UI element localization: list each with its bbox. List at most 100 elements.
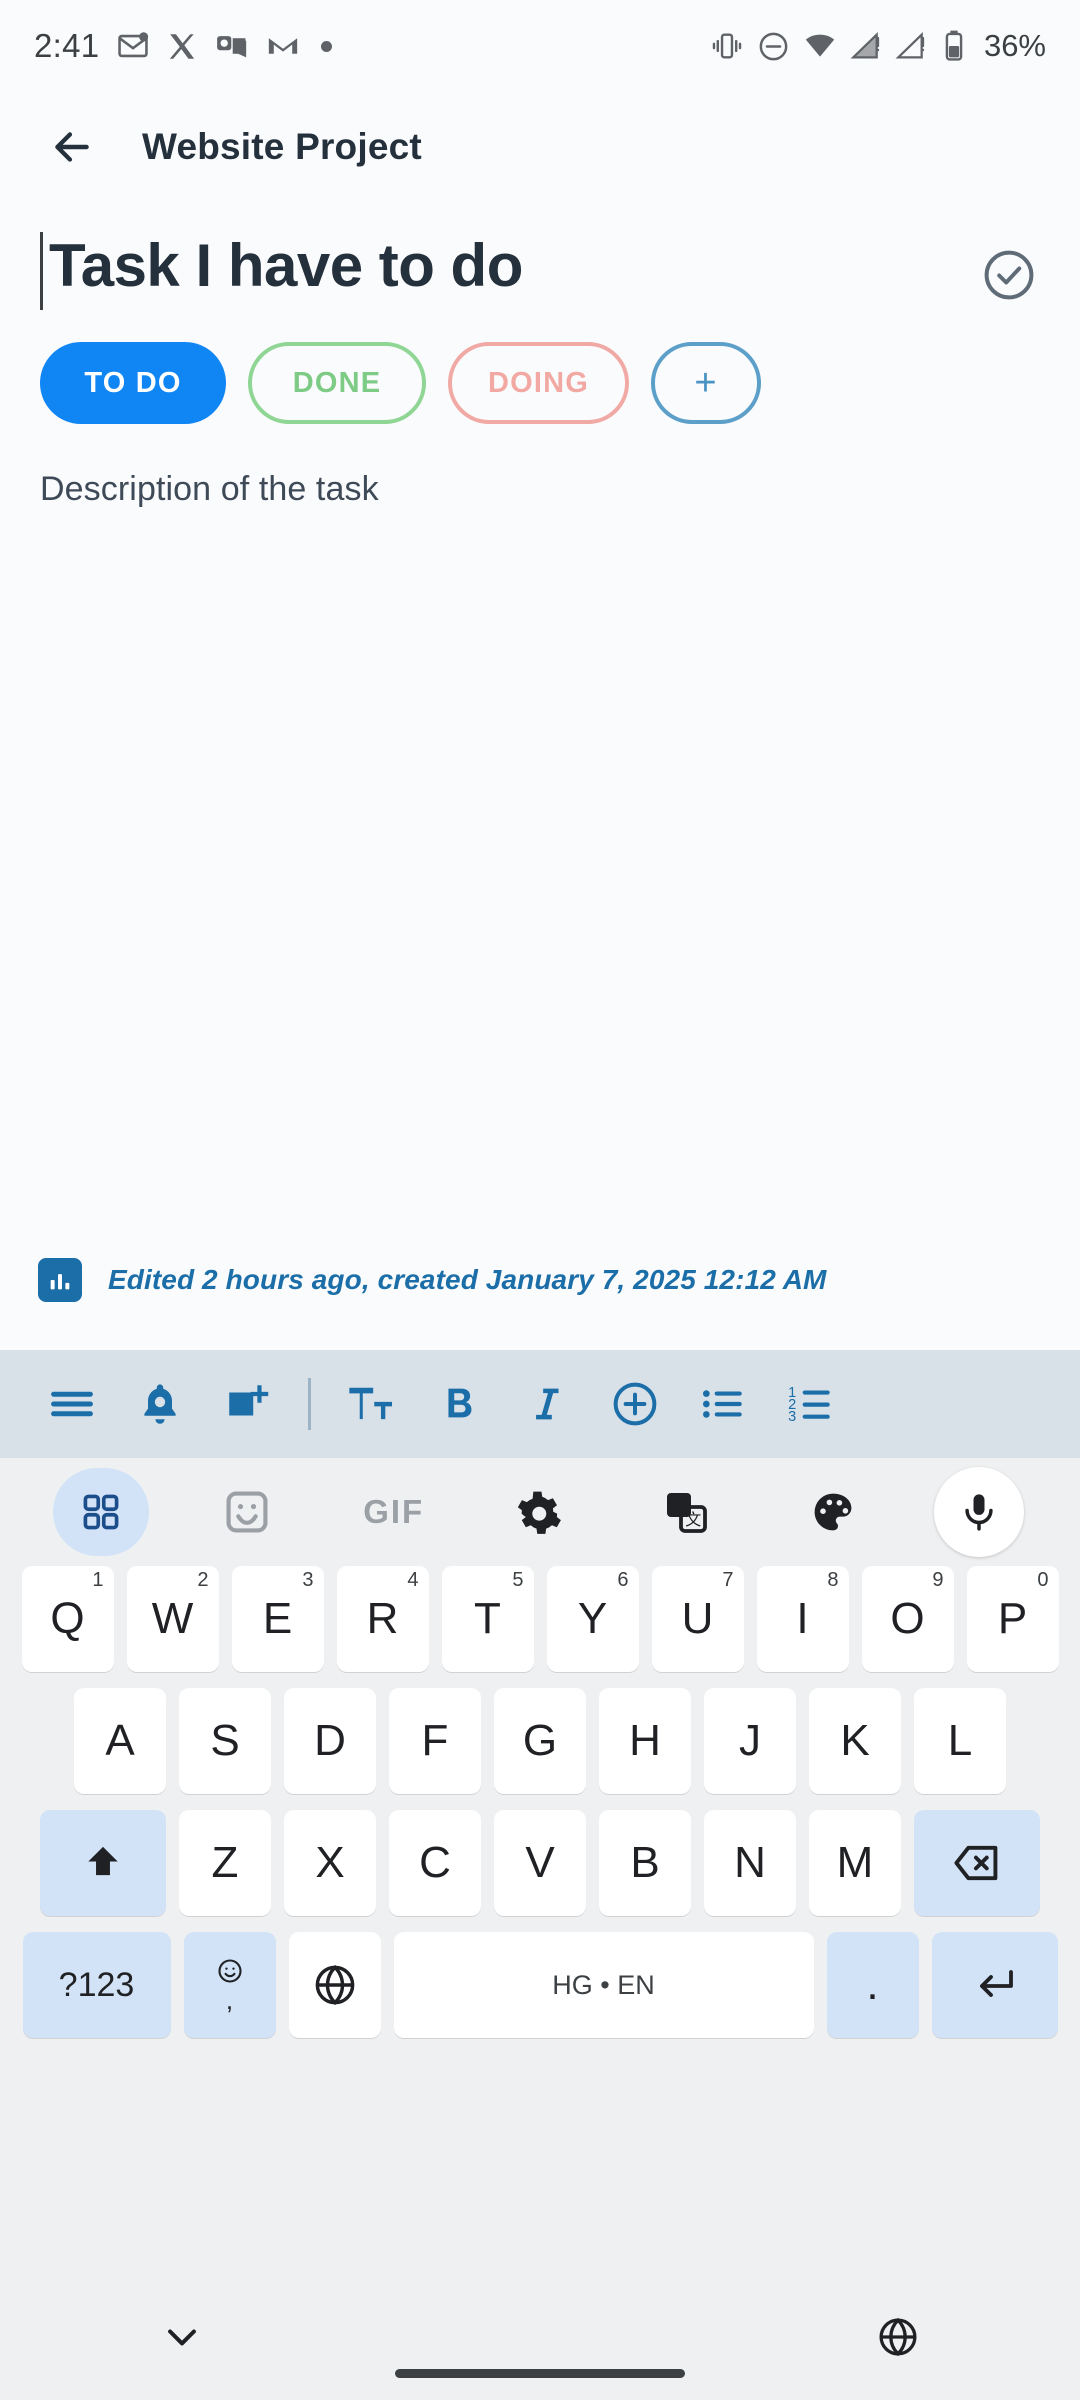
key-hint: 8 — [827, 1569, 839, 1591]
task-meta-text: Edited 2 hours ago, created January 7, 2… — [108, 1264, 827, 1295]
toolbar-divider — [308, 1378, 311, 1430]
chip-todo[interactable]: TO DO — [40, 342, 226, 424]
system-nav-bar — [0, 2274, 1080, 2400]
key-r[interactable]: 4R — [336, 1566, 429, 1672]
shift-icon[interactable] — [40, 1810, 166, 1916]
dot-indicator-icon — [321, 40, 333, 52]
key-p[interactable]: 0P — [966, 1566, 1059, 1672]
language-globe-icon[interactable] — [288, 1932, 381, 2038]
add-circle-icon[interactable] — [591, 1350, 679, 1458]
key-label: U — [681, 1594, 714, 1643]
check-circle-icon[interactable] — [978, 244, 1040, 306]
settings-gear-icon[interactable] — [467, 1466, 613, 1558]
key-hint: 7 — [722, 1569, 734, 1591]
home-indicator[interactable] — [395, 2369, 685, 2378]
symbols-key[interactable]: ?123 — [22, 1932, 171, 2038]
space-key[interactable]: HG • EN — [393, 1932, 814, 2038]
app-bar: Website Project — [0, 92, 1080, 202]
key-label: W — [151, 1594, 194, 1643]
keyboard-row-4: ?123 , HG • EN . — [0, 1932, 1080, 2038]
status-chip-row: TO DO DONE DOING + — [0, 310, 1080, 424]
key-m[interactable]: M — [809, 1810, 901, 1916]
key-t[interactable]: 5T — [441, 1566, 534, 1672]
task-title-field[interactable]: Task I have to do — [40, 228, 978, 310]
key-y[interactable]: 6Y — [546, 1566, 639, 1672]
gif-icon[interactable]: GIF — [321, 1466, 467, 1558]
numbered-list-icon[interactable]: 1 2 3 — [767, 1350, 855, 1458]
on-screen-keyboard: GIF G 文 1 Q 2 W 3 E 4 R 5 T 6 Y 7 U 8 I … — [0, 1458, 1080, 2400]
svg-text:3: 3 — [788, 1409, 796, 1425]
microphone-icon[interactable] — [906, 1466, 1052, 1558]
reminder-bell-icon[interactable] — [116, 1350, 204, 1458]
status-bar-left: 2:41 — [34, 27, 333, 65]
comma-label: , — [225, 1985, 234, 2015]
key-l[interactable]: L — [914, 1688, 1006, 1794]
keyboard-row-3: Z X C V B N M — [0, 1810, 1080, 1916]
keyboard-toolbar-row: GIF G 文 — [0, 1458, 1080, 1566]
key-hint: 1 — [92, 1569, 104, 1591]
key-label: E — [262, 1594, 293, 1643]
key-n[interactable]: N — [704, 1810, 796, 1916]
enter-icon[interactable] — [931, 1932, 1058, 2038]
key-o[interactable]: 9O — [861, 1566, 954, 1672]
key-s[interactable]: S — [179, 1688, 271, 1794]
keyboard-grid-highlight — [53, 1468, 150, 1556]
key-a[interactable]: A — [74, 1688, 166, 1794]
do-not-disturb-icon — [757, 30, 790, 63]
text-caret — [40, 232, 43, 310]
collapse-keyboard-icon[interactable] — [160, 2315, 204, 2359]
chip-doing[interactable]: DOING — [448, 342, 630, 424]
keyboard-grid-icon[interactable] — [28, 1466, 174, 1558]
bulleted-list-icon[interactable] — [679, 1350, 767, 1458]
period-key[interactable]: . — [826, 1932, 919, 2038]
chip-done[interactable]: DONE — [248, 342, 426, 424]
key-w[interactable]: 2W — [126, 1566, 219, 1672]
key-h[interactable]: H — [599, 1688, 691, 1794]
sticker-icon[interactable] — [174, 1466, 320, 1558]
keyboard-row-1: 1Q 2W 3E 4R 5T 6Y 7U 8I 9O 0P — [0, 1566, 1080, 1672]
key-x[interactable]: X — [284, 1810, 376, 1916]
theme-palette-icon[interactable] — [759, 1466, 905, 1558]
gmail-icon — [266, 29, 300, 63]
task-title-text: Task I have to do — [49, 232, 523, 299]
task-description[interactable]: Description of the task — [0, 424, 1080, 509]
key-label: T — [474, 1594, 501, 1643]
vibrate-icon — [710, 29, 744, 63]
key-z[interactable]: Z — [179, 1810, 271, 1916]
key-b[interactable]: B — [599, 1810, 691, 1916]
text-format-icon[interactable] — [327, 1350, 415, 1458]
key-hint: 0 — [1037, 1569, 1049, 1591]
keyboard-row-2: A S D F G H J K L — [0, 1688, 1080, 1794]
add-image-icon[interactable] — [204, 1350, 292, 1458]
key-u[interactable]: 7U — [651, 1566, 744, 1672]
x-twitter-icon — [167, 31, 198, 62]
back-arrow-icon[interactable] — [44, 119, 100, 175]
nav-language-globe-icon[interactable] — [876, 2315, 920, 2359]
key-f[interactable]: F — [389, 1688, 481, 1794]
google-translate-icon[interactable]: G 文 — [613, 1466, 759, 1558]
chip-add-status[interactable]: + — [651, 342, 762, 424]
key-e[interactable]: 3E — [231, 1566, 324, 1672]
key-label: P — [997, 1594, 1028, 1643]
signal-sim1-icon — [850, 30, 882, 62]
backspace-icon[interactable] — [914, 1810, 1040, 1916]
key-label: R — [366, 1594, 399, 1643]
key-v[interactable]: V — [494, 1810, 586, 1916]
status-time: 2:41 — [34, 27, 100, 64]
italic-icon[interactable] — [503, 1350, 591, 1458]
key-j[interactable]: J — [704, 1688, 796, 1794]
key-c[interactable]: C — [389, 1810, 481, 1916]
key-i[interactable]: 8I — [756, 1566, 849, 1672]
svg-text:文: 文 — [685, 1511, 701, 1529]
key-k[interactable]: K — [809, 1688, 901, 1794]
menu-lines-icon[interactable] — [28, 1350, 116, 1458]
key-g[interactable]: G — [494, 1688, 586, 1794]
wifi-icon — [803, 29, 837, 63]
outlook-icon — [215, 29, 249, 63]
key-d[interactable]: D — [284, 1688, 376, 1794]
task-meta-row: Edited 2 hours ago, created January 7, 2… — [0, 1258, 1080, 1302]
key-q[interactable]: 1Q — [21, 1566, 114, 1672]
emoji-comma-key[interactable]: , — [183, 1932, 276, 2038]
key-hint: 5 — [512, 1569, 524, 1591]
bold-icon[interactable] — [415, 1350, 503, 1458]
